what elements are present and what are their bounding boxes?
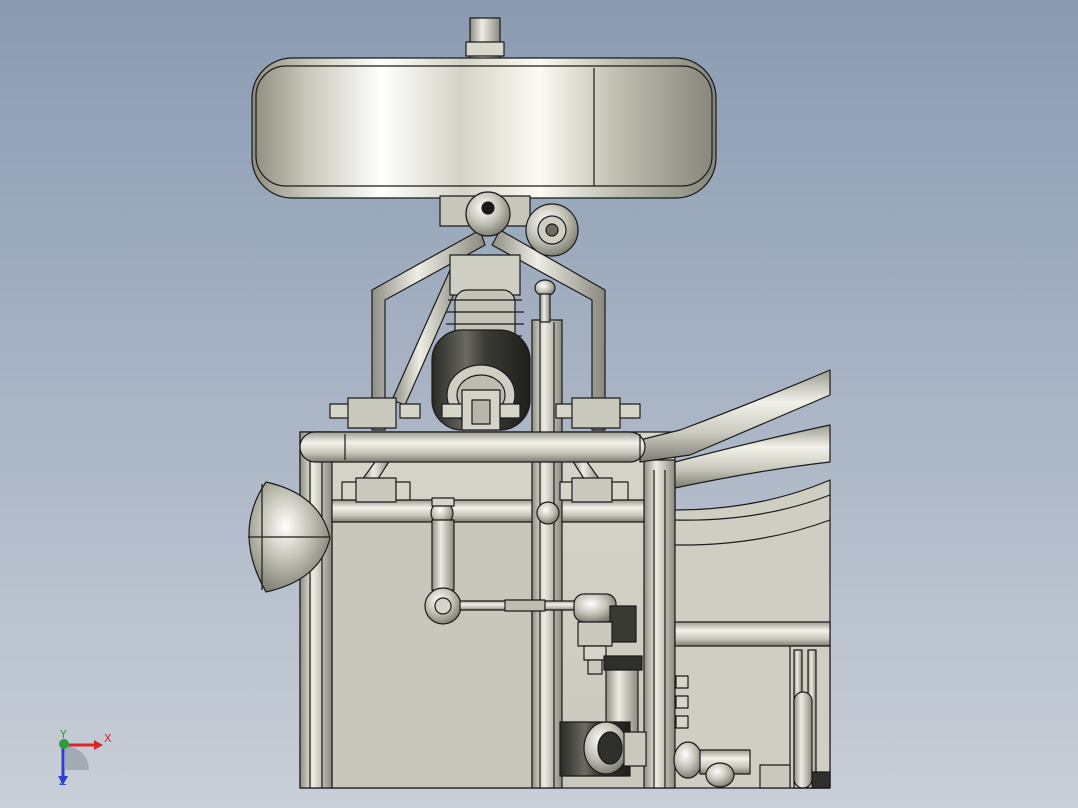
x-axis-label: X: [104, 732, 112, 745]
center-support-rod[interactable]: [531, 319, 563, 789]
orientation-triad[interactable]: X Y Z: [40, 728, 120, 790]
mechanical-assembly-model[interactable]: [0, 0, 1078, 808]
valve-rod[interactable]: [534, 279, 556, 323]
y-axis-label: Y: [60, 728, 67, 741]
cad-3d-viewport[interactable]: X Y Z: [0, 0, 1078, 808]
z-axis-label: Z: [59, 775, 67, 788]
frame-top-rail[interactable]: [299, 431, 646, 463]
